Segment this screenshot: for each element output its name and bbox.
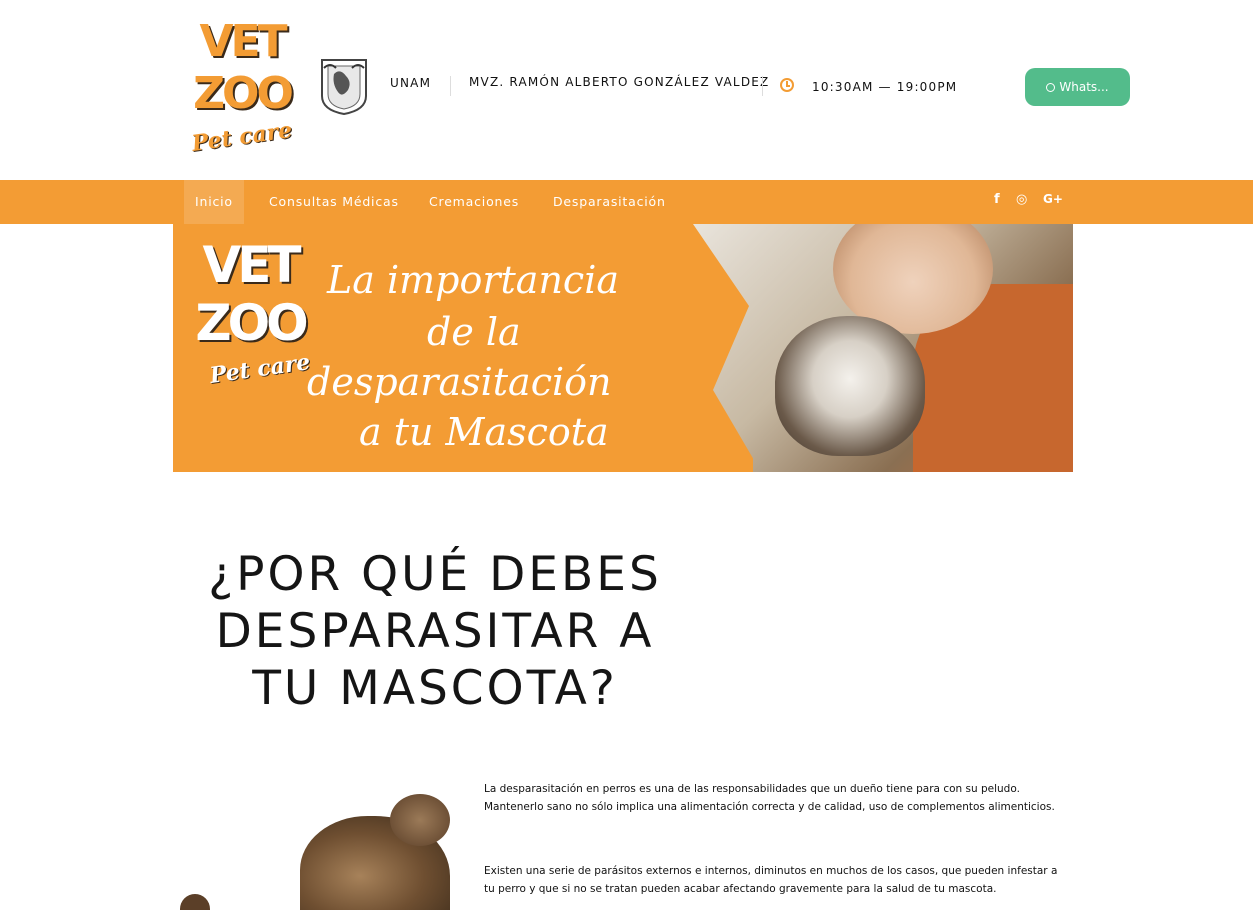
banner-line-3: desparasitación [307,360,612,404]
banner-logo-line-2: ZOO [195,294,308,352]
banner-logo: VET ZOO Pet care [185,236,315,396]
heading-line-3: TU MASCOTA? [252,661,618,716]
header-divider [762,76,763,96]
whatsapp-social-icon[interactable]: ◎ [1016,192,1027,207]
facebook-icon[interactable]: f [994,192,1000,207]
nav-item-desparasitacion[interactable]: Desparasitación [553,180,666,224]
clock-icon [780,78,794,92]
header-divider [450,76,451,96]
hero-banner: VET ZOO Pet care La importancia de la de… [173,224,1073,472]
nav-item-consultas[interactable]: Consultas Médicas [269,180,399,224]
whatsapp-icon [1046,83,1056,92]
scratching-cat-image [180,786,470,910]
banner-line-4: a tu Mascota [359,410,609,454]
banner-divider-shape [673,224,753,472]
doctor-name: MVZ. RAMÓN ALBERTO GONZÁLEZ VALDEZ [469,75,770,89]
heading-line-2: DESPARASITAR A [215,604,655,659]
nav-item-cremaciones[interactable]: Cremaciones [429,180,519,224]
paragraph-1: La desparasitación en perros es una de l… [484,783,1055,813]
heading-line-1: ¿POR QUÉ DEBES [208,547,662,602]
business-hours: 10:30AM — 19:00PM [812,80,958,94]
google-plus-icon[interactable]: G+ [1043,192,1063,206]
site-header: VET ZOO Pet care UNAM MVZ. RAMÓN ALBERTO… [0,0,1253,180]
cat-head [390,794,450,846]
logo-line-3: Pet care [190,117,294,157]
nav-item-inicio[interactable]: Inicio [184,180,244,224]
logo-line-1: VET [199,16,287,67]
banner-line-1: La importancia [327,258,620,302]
page-heading: ¿POR QUÉ DEBES DESPARASITAR A TU MASCOTA… [180,546,690,717]
banner-line-2: de la [427,310,521,354]
cat-tail [180,894,210,910]
banner-logo-line-1: VET [202,236,302,294]
vetzoo-logo[interactable]: VET ZOO Pet care [186,16,298,158]
whatsapp-button[interactable]: Whats... [1025,68,1130,106]
logo-line-2: ZOO [193,68,294,119]
unam-seal-icon [321,59,367,116]
whatsapp-button-label: Whats... [1059,80,1109,94]
main-nav: Inicio Consultas Médicas Cremaciones Des… [0,180,1253,224]
banner-photo-cat [775,316,925,456]
institution-label: UNAM [390,76,432,90]
paragraph-2: Existen una serie de parásitos externos … [484,865,1058,895]
